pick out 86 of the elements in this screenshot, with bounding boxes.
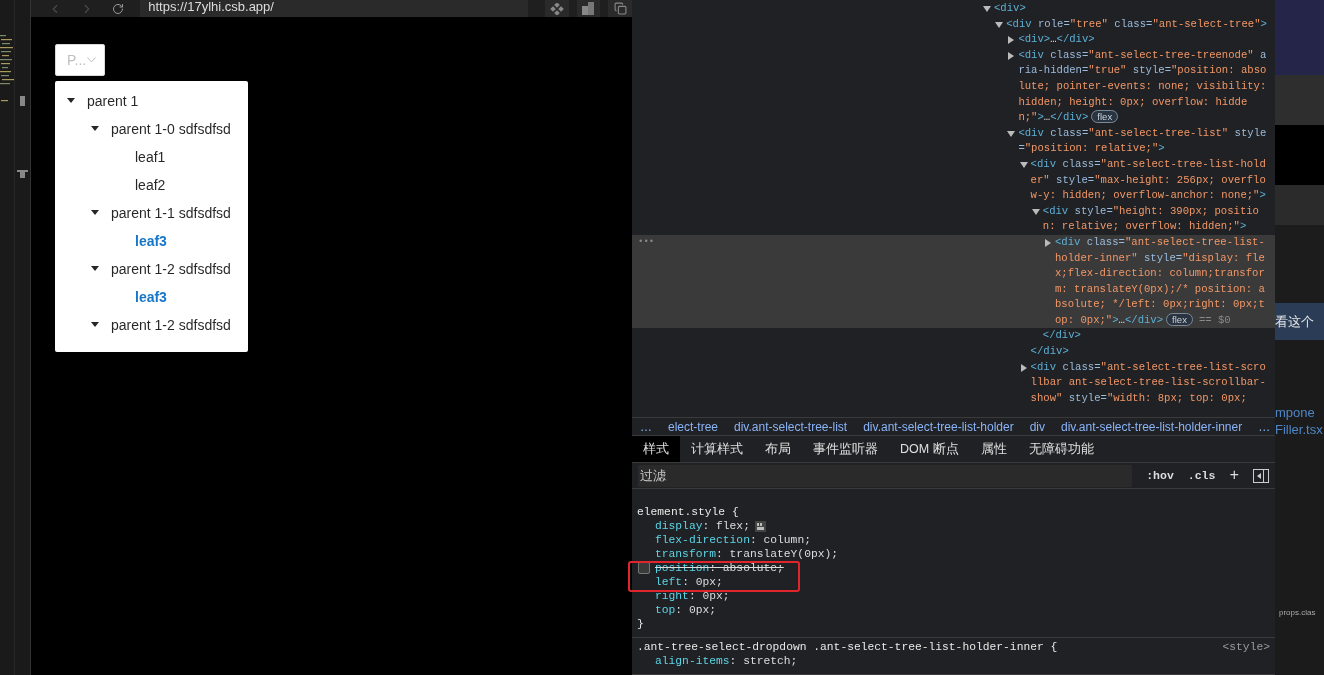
dom-node-text: <div>…</div> [1018, 32, 1096, 48]
dom-node-text: <div class="ant-select-tree-list-holder" style="max-height: 256px; overflow-y: hidden; overflow-anchor: none;"> [1030, 156, 1267, 204]
file-link[interactable]: Filler.tsx [1275, 421, 1324, 438]
caret-icon[interactable] [1044, 238, 1052, 247]
tree-node-label[interactable]: leaf1 [135, 149, 166, 165]
caret-icon[interactable] [1031, 207, 1040, 216]
panel-tab[interactable]: 属性 [969, 436, 1018, 463]
dom-node-text: <div style="height: 390px; position: relative; overflow: hidden;"> [1042, 203, 1260, 235]
panels-icon [582, 2, 595, 15]
dom-node-row[interactable]: <div class="ant-select-tree-list" style="position: relative;"> [632, 125, 1275, 157]
chevron-down-icon [87, 57, 97, 63]
code-text: props.clas [1279, 608, 1317, 617]
panel-tab[interactable]: DOM 断点 [889, 436, 970, 463]
dom-node-row[interactable]: <div class="ant-select-tree-list-scrollbar ant-select-tree-list-scrollbar-show" style="width: 8px; top: 0px; [632, 359, 1275, 407]
url-field[interactable]: https://17ylhi.csb.app/ [140, 0, 528, 17]
sidebar-toggle-icon[interactable] [1253, 468, 1269, 483]
breadcrumb-item[interactable]: … [1258, 419, 1271, 434]
dom-node-text: <div class="ant-select-tree-treenode" aria-hidden="true" style="position: absolute; pointer-events: none; visibility: hidden; height: 0px; overflow: hidden;">…</div> flex [1018, 47, 1268, 126]
tree-node-label[interactable]: parent 1-1 sdfsdfsd [111, 205, 231, 221]
dom-node-text: <div class="ant-select-tree-list" style="position: relative;"> [1018, 125, 1268, 157]
style-declaration: position: absolute; [655, 561, 784, 575]
tree-node-label[interactable]: leaf3 [135, 289, 167, 305]
style-declaration: transform: translateY(0px); [655, 547, 839, 561]
add-rule-button[interactable]: + [1229, 466, 1239, 485]
tree-node-label[interactable]: parent 1-0 sdfsdfsd [111, 121, 231, 137]
caret-icon[interactable] [995, 20, 1004, 29]
flex-editor-icon[interactable] [754, 520, 766, 532]
caret-icon[interactable] [983, 5, 991, 13]
dom-close-tag: </div> [1030, 344, 1270, 360]
reload-icon [112, 2, 125, 15]
style-declaration: left: 0px; [655, 575, 723, 589]
rule-selector: element.style { [637, 505, 739, 519]
tree-node-label[interactable]: parent 1 [87, 93, 139, 109]
dom-node-text: <div class="ant-select-tree-list-holder-inner" style="display: flex;flex-direction: column;transform: translateY(0px);/* position: absolute; */left: 0px;right: 0px;top: 0px;">…</div> flex == $0 [1055, 234, 1266, 328]
diamond-grid-icon [549, 2, 564, 15]
style-declaration: display: flex; [655, 519, 750, 533]
dom-node-row[interactable]: <div>…</div> [632, 32, 1275, 48]
rule-selector: .ant-tree-select-dropdown .ant-select-tree-list-holder-inner { [637, 640, 1058, 654]
dom-node-row[interactable]: ••• <div class="ant-select-tree-list-holder-inner" style="display: flex;flex-direction: column;transform: translateY(0px);/* position: absolute; */left: 0px;right: 0px;top: 0px;">…</div> flex == $0 [632, 234, 1275, 329]
toolbar-button[interactable] [576, 0, 601, 17]
style-declaration: top: 0px; [655, 603, 717, 617]
style-declaration: right: 0px; [655, 589, 730, 603]
breadcrumb-item[interactable]: div.ant-select-tree-list-holder [863, 419, 1014, 434]
dom-node-row[interactable]: <div class="ant-select-tree-treenode" aria-hidden="true" style="position: absolute; pointer-events: none; visibility: hidden; height: 0px; overflow: hidden;">…</div> flex [632, 47, 1275, 126]
tree-node-label[interactable]: parent 1-2 sdfsdfsd [111, 317, 231, 333]
message-banner-text: 看这个 [1275, 303, 1324, 340]
dom-node-text: <div role="tree" class="ant-select-tree"> [1006, 16, 1268, 32]
dom-node-row[interactable]: <div> [632, 1, 1275, 17]
cursor-marker-icon [16, 170, 28, 178]
toolbar-button[interactable] [544, 0, 569, 17]
hov-button[interactable]: :hov [1146, 469, 1174, 483]
panel-tab[interactable]: 无障碍功能 [1017, 436, 1105, 463]
cls-button[interactable]: .cls [1187, 469, 1216, 483]
caret-icon[interactable] [1007, 51, 1016, 60]
minimap-drawing [0, 35, 14, 102]
toolbar-button[interactable] [608, 0, 633, 17]
breadcrumb-item[interactable]: elect-tree [668, 419, 719, 434]
breadcrumb-item[interactable]: div.ant-select-tree-list-holder-inner [1061, 419, 1243, 434]
panel-tab[interactable]: 样式 [632, 436, 680, 463]
dom-node-row[interactable]: <div style="height: 390px; position: relative; overflow: hidden;"> [632, 203, 1275, 235]
tree-node-label[interactable]: parent 1-2 sdfsdfsd [111, 261, 231, 277]
filter-field[interactable]: 过滤 [638, 464, 1133, 487]
breadcrumb-item[interactable]: div.ant-select-tree-list [734, 419, 848, 434]
dom-close-tag: </div> [1042, 328, 1270, 345]
dom-node-row[interactable]: <div class="ant-select-tree-list-holder" style="max-height: 256px; overflow-y: hidden; overflow-anchor: none;"> [632, 156, 1275, 204]
panel-tab[interactable]: 布局 [754, 436, 802, 463]
scroll-marker-icon [19, 96, 25, 106]
tree-node-label[interactable]: leaf3 [135, 233, 167, 249]
panel-tab[interactable]: 计算样式 [680, 436, 754, 463]
breadcrumb-item[interactable]: … [640, 419, 652, 434]
rule-source-link[interactable]: <style> [1222, 640, 1270, 654]
caret-icon[interactable] [1019, 160, 1028, 169]
dom-node-row[interactable]: <div role="tree" class="ant-select-tree"> [632, 16, 1275, 33]
tree-node-label[interactable]: leaf2 [135, 177, 166, 193]
dom-node-text: <div> [994, 1, 1027, 16]
style-declaration: align-items: stretch; [655, 654, 798, 668]
caret-icon[interactable] [1019, 363, 1028, 372]
breadcrumb-item[interactable]: div [1029, 419, 1046, 434]
caret-icon[interactable] [1007, 129, 1016, 138]
style-declaration: flex-direction: column; [655, 533, 811, 547]
copy-icon [613, 2, 627, 15]
rule-close-brace: } [637, 618, 644, 630]
panel-tab[interactable]: 事件监听器 [802, 436, 889, 463]
dom-node-text: <div class="ant-select-tree-list-scrollbar ant-select-tree-list-scrollbar-show" style="width: 8px; top: 0px; [1030, 359, 1267, 406]
caret-icon[interactable] [1007, 36, 1016, 45]
file-link[interactable]: mpone [1275, 404, 1324, 421]
